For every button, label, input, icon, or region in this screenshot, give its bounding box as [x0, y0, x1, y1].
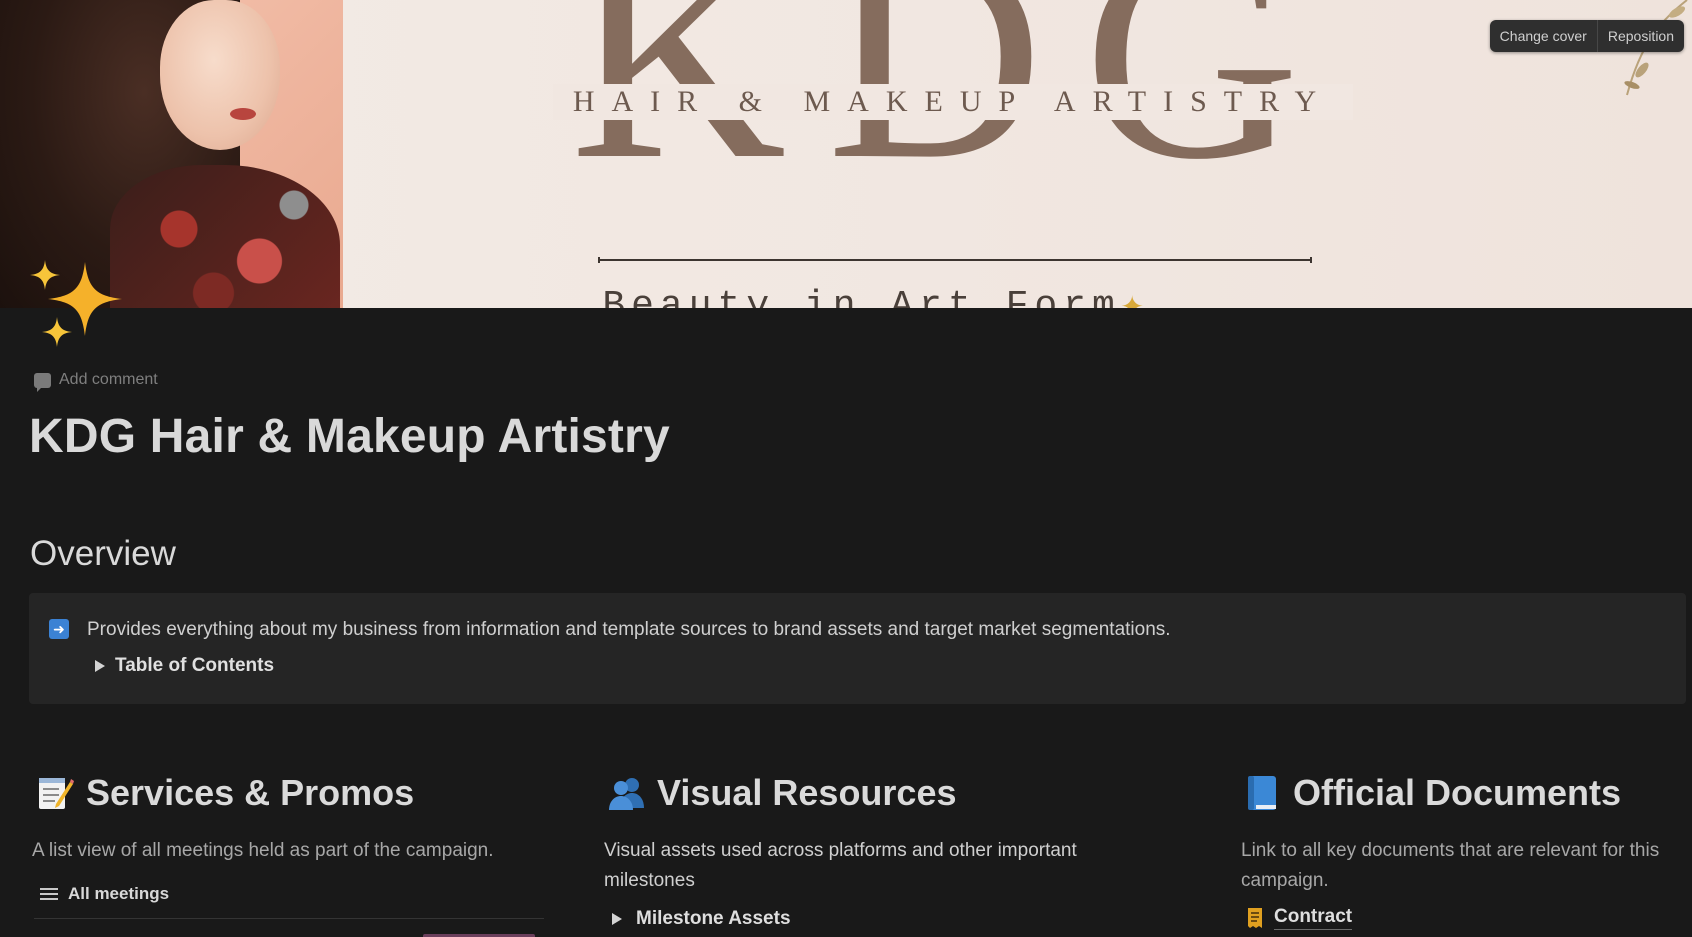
sparkles-icon[interactable] — [28, 258, 128, 358]
receipt-icon — [1248, 907, 1262, 928]
cover-image: KDG HAIR & MAKEUP ARTISTRY Beauty in Art… — [0, 0, 1692, 308]
milestone-assets-toggle[interactable]: Milestone Assets — [612, 908, 791, 930]
cover-logo-subtitle: HAIR & MAKEUP ARTISTRY — [572, 85, 1334, 118]
overview-callout: ➜ Provides everything about my business … — [29, 593, 1686, 704]
page-title[interactable]: KDG Hair & Makeup Artistry — [29, 409, 670, 464]
list-icon — [40, 887, 58, 901]
visual-resources-description[interactable]: Visual assets used across platforms and … — [604, 836, 1144, 896]
overview-heading[interactable]: Overview — [30, 534, 176, 574]
contract-link[interactable]: Contract — [1246, 905, 1353, 930]
all-meetings-view-tab[interactable]: All meetings — [40, 884, 169, 904]
services-heading[interactable]: Services & Promos — [36, 772, 414, 814]
change-cover-button[interactable]: Change cover — [1490, 20, 1597, 52]
services-description[interactable]: A list view of all meetings held as part… — [32, 836, 552, 866]
reposition-button[interactable]: Reposition — [1596, 20, 1684, 52]
toggle-triangle-icon[interactable] — [95, 660, 105, 672]
view-label: All meetings — [68, 884, 170, 903]
official-documents-heading[interactable]: Official Documents — [1243, 772, 1621, 814]
people-icon — [609, 778, 644, 810]
visual-resources-heading[interactable]: Visual Resources — [607, 772, 957, 814]
table-of-contents-toggle[interactable]: Table of Contents — [95, 655, 274, 677]
add-comment-button[interactable]: Add comment — [34, 371, 158, 392]
book-icon — [1248, 776, 1276, 810]
toggle-triangle-icon[interactable] — [612, 913, 622, 925]
official-documents-description[interactable]: Link to all key documents that are relev… — [1241, 836, 1681, 896]
contract-label: Contract — [1274, 905, 1353, 930]
toggle-label: Table of Contents — [115, 655, 275, 676]
add-comment-label: Add comment — [59, 371, 158, 388]
memo-icon — [39, 778, 74, 809]
cover-divider — [598, 257, 1312, 263]
right-arrow-icon[interactable]: ➜ — [49, 619, 69, 639]
cover-tagline: Beauty in Art Form✦ — [0, 281, 1692, 308]
milestone-assets-label: Milestone Assets — [636, 908, 791, 929]
comment-icon — [34, 372, 51, 392]
tagline-sparkle-icon: ✦ — [1120, 285, 1150, 308]
callout-text[interactable]: Provides everything about my business fr… — [87, 619, 1171, 641]
cover-actions: Change cover Reposition — [1489, 20, 1684, 52]
view-divider — [34, 918, 544, 919]
